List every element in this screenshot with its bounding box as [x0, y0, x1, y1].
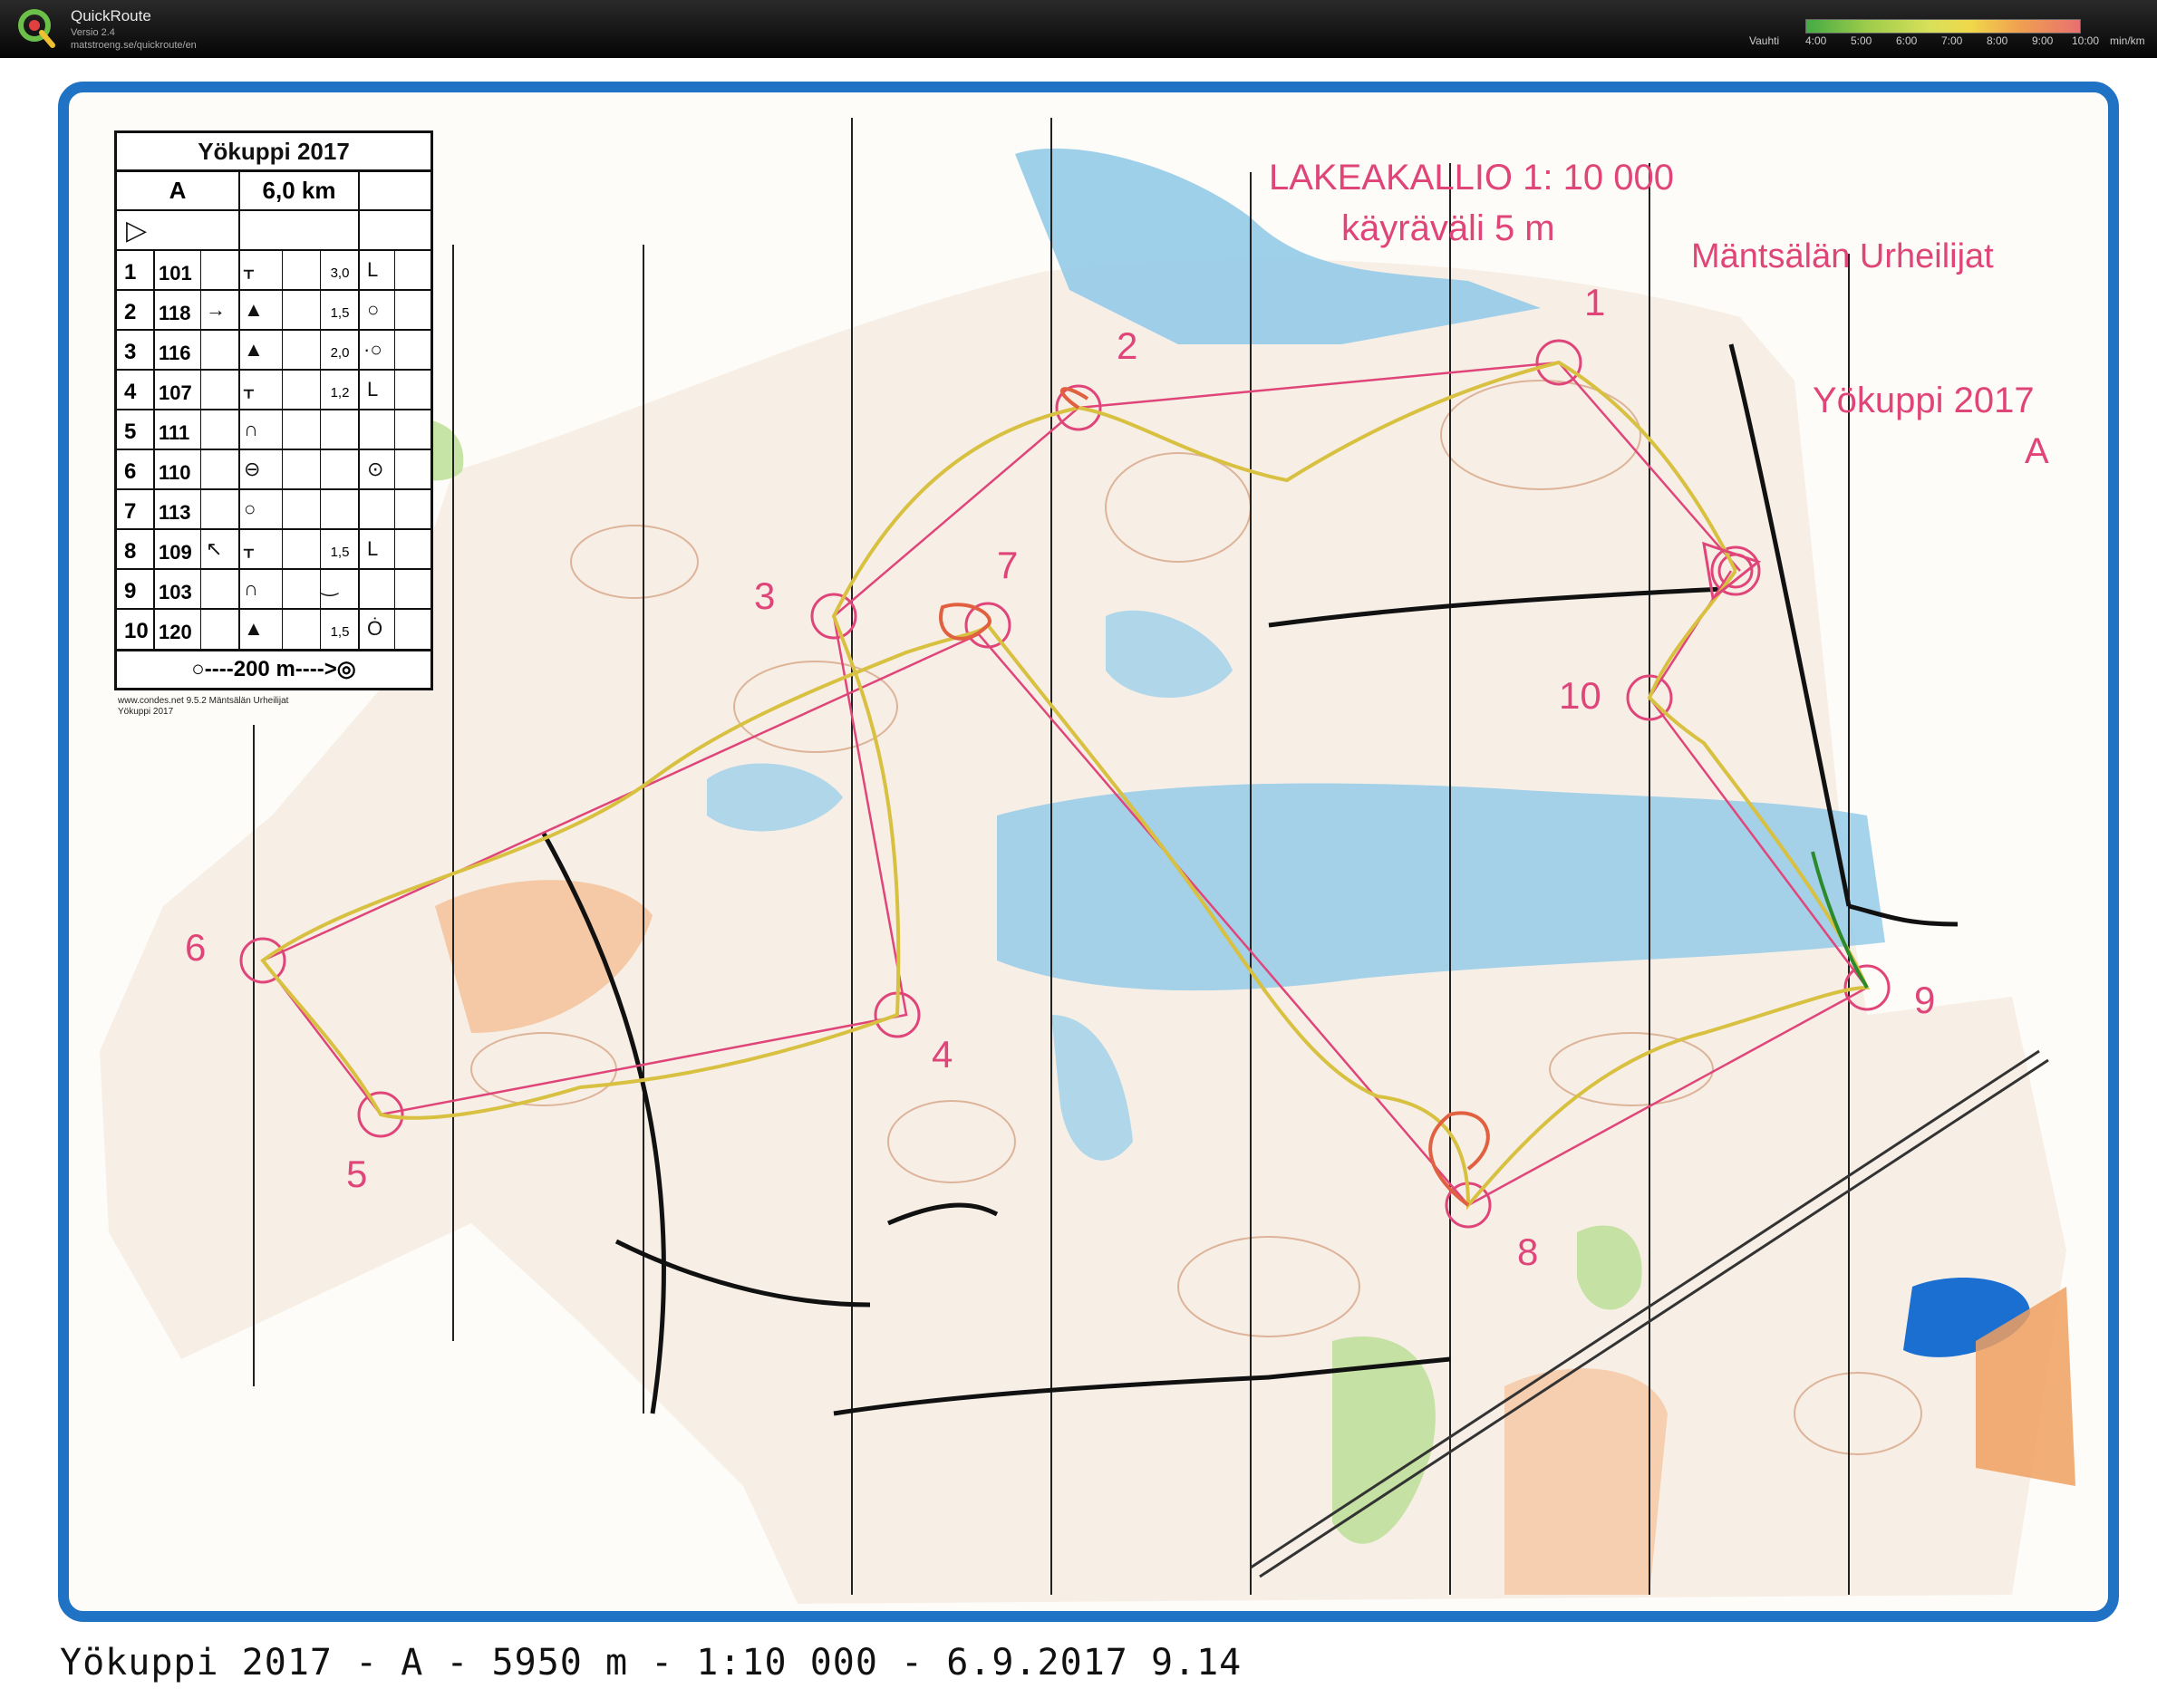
ct-title: Yökuppi 2017 — [117, 133, 430, 172]
ct-row-code: 103 — [159, 581, 192, 603]
ct-footnote: www.condes.net 9.5.2 Mäntsälän Urheilija… — [118, 696, 289, 706]
direction-arrow-icon: ↖ — [206, 537, 223, 560]
ct-row-code: 118 — [159, 302, 191, 324]
ct-row-number: 7 — [124, 499, 137, 524]
ct-row-number: 9 — [124, 579, 137, 603]
ct-row-code: 116 — [159, 342, 191, 364]
ct-row-number: 2 — [124, 300, 137, 324]
control-label: 6 — [185, 926, 207, 969]
ct-class: A — [117, 171, 240, 209]
ct-finish-row: ○----200 m---->◎ — [117, 649, 430, 688]
control-label: 1 — [1584, 281, 1606, 323]
ct-row-number: 4 — [124, 380, 137, 404]
ct-row-dimension: 1,5 — [330, 305, 350, 321]
location-symbol-icon: L — [367, 258, 379, 281]
control-label: 8 — [1517, 1230, 1539, 1273]
control-label: 5 — [346, 1153, 368, 1195]
feature-symbol-icon: ▲ — [244, 338, 264, 361]
appearance-symbol-icon: ‿ — [322, 574, 338, 596]
control-label: 9 — [1914, 979, 1936, 1021]
ct-row-number: 10 — [124, 619, 149, 643]
ct-row-number: 3 — [124, 340, 137, 364]
ct-footnote: Yökuppi 2017 — [118, 707, 174, 717]
location-symbol-icon: L — [367, 537, 379, 560]
ct-length: 6,0 km — [240, 171, 360, 209]
location-symbol-icon: ⊙ — [367, 458, 384, 480]
ct-row-number: 8 — [124, 539, 137, 564]
feature-symbol-icon: ∩ — [244, 577, 258, 600]
ct-row-code: 120 — [159, 621, 192, 643]
start-symbol-icon: ▷ — [126, 216, 148, 246]
location-symbol-icon: L — [367, 378, 379, 400]
control-label: 4 — [932, 1033, 953, 1076]
location-symbol-icon: ○ — [367, 298, 380, 321]
map-title: LAKEAKALLIO 1: 10 000 — [1269, 158, 1674, 198]
ct-row-code: 109 — [159, 541, 192, 564]
ct-row-number: 5 — [124, 420, 137, 444]
feature-symbol-icon: ▲ — [244, 617, 264, 640]
direction-arrow-icon: → — [206, 298, 226, 321]
control-label: 7 — [997, 544, 1019, 586]
map-club: Mäntsälän Urheilijat — [1691, 237, 1994, 275]
ct-row-number: 6 — [124, 459, 137, 484]
control-label: 3 — [754, 574, 776, 617]
map-event: Yökuppi 2017 — [1813, 381, 2035, 420]
ct-row-dimension: 2,0 — [330, 345, 350, 361]
ct-row-code: 113 — [159, 501, 191, 524]
feature-symbol-icon: ∩ — [244, 418, 258, 440]
map-class: A — [2025, 431, 2049, 471]
control-label: 2 — [1117, 324, 1138, 367]
ct-row-dimension: 1,5 — [330, 624, 350, 640]
ct-row-code: 110 — [159, 461, 191, 484]
feature-symbol-icon: ᚁ — [244, 378, 254, 400]
ct-row-code: 101 — [159, 262, 192, 285]
feature-symbol-icon: ○ — [244, 497, 256, 520]
map-caption: Yökuppi 2017 - A - 5950 m - 1:10 000 - 6… — [60, 1642, 1243, 1684]
feature-symbol-icon: ⊖ — [244, 458, 261, 480]
ct-row-number: 1 — [124, 260, 137, 285]
ct-row-code: 111 — [159, 421, 190, 444]
feature-symbol-icon: ᚁ — [244, 537, 254, 560]
ct-row-dimension: 3,0 — [330, 265, 350, 281]
control-description-sheet: Yökuppi 2017 A 6,0 km ▷ 1 101 ᚁ 3,0 L 2 … — [114, 130, 433, 690]
ct-row-code: 107 — [159, 381, 192, 404]
ct-row-dimension: 1,5 — [330, 545, 350, 560]
feature-symbol-icon: ▲ — [244, 298, 264, 321]
map-contour-interval: käyräväli 5 m — [1341, 208, 1555, 248]
ct-row-dimension: 1,2 — [330, 385, 350, 400]
control-label: 10 — [1559, 674, 1601, 717]
location-symbol-icon: ·○ — [363, 338, 382, 361]
feature-symbol-icon: ᚁ — [244, 258, 254, 281]
location-symbol-icon: Ȯ — [367, 617, 383, 640]
